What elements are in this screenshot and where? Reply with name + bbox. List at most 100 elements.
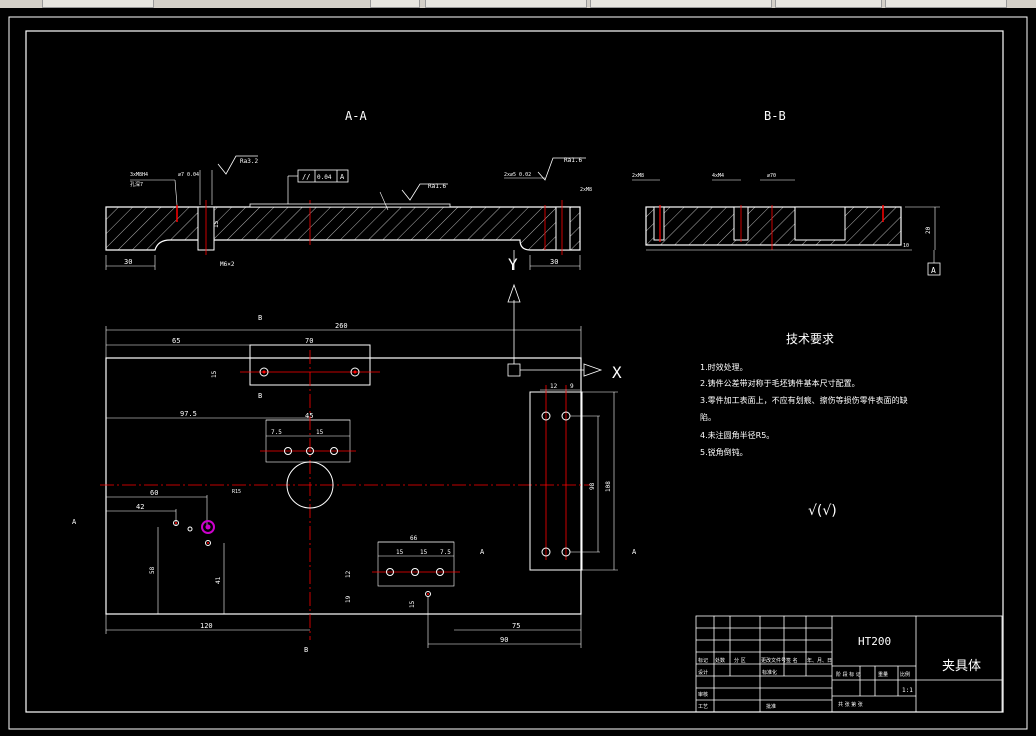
toolbar-button[interactable] <box>42 0 154 8</box>
hole-group-top <box>265 419 351 463</box>
svg-text://: // <box>302 173 310 181</box>
dim-75: 75 <box>512 622 520 630</box>
section-marker-a-mid: A <box>480 548 485 556</box>
dim-12-r: 12 <box>550 383 558 390</box>
section-a-hole-right <box>555 206 571 251</box>
drawing-canvas[interactable]: A-A B-B 30 30 M6×2 15 // 0.04 A Ra3.2 Ra… <box>0 8 1036 736</box>
dim-60: 60 <box>150 489 158 497</box>
tech-req-item: 4.未注圆角半径R5。 <box>700 430 774 440</box>
label-count: 处数 <box>715 657 725 664</box>
dim-a-thread: M6×2 <box>220 261 235 268</box>
view-title-a: A-A <box>345 109 367 123</box>
section-marker-a-right: A <box>632 548 637 556</box>
roughness-a-1: Ra3.2 <box>240 158 258 165</box>
dim-r15: R15 <box>232 489 241 495</box>
dim-19: 19 <box>345 595 352 603</box>
part-name: 夹具体 <box>942 659 981 674</box>
plan-view: 260 65 70 15 B B B A A A 97.5 45 7.5 15 <box>72 283 637 654</box>
dim-66: 66 <box>410 535 418 542</box>
tech-req-item: 1.时效处理。 <box>700 362 748 372</box>
dim-9-r: 9 <box>570 383 574 390</box>
label-process: 工艺 <box>698 704 708 710</box>
section-a-view: 30 30 M6×2 15 // 0.04 A Ra3.2 Ra1.6 Ra1.… <box>105 155 592 274</box>
inner-frame <box>25 30 1004 713</box>
cad-drawing[interactable]: A-A B-B 30 30 M6×2 15 // 0.04 A Ra3.2 Ra… <box>0 8 1036 736</box>
svg-text:⌀70: ⌀70 <box>767 173 776 179</box>
dim-90: 90 <box>500 636 508 644</box>
dim-12: 12 <box>345 570 352 578</box>
dim-70: 70 <box>305 337 313 345</box>
material-label: HT200 <box>858 635 891 648</box>
toolbar-button[interactable] <box>370 0 420 8</box>
tech-req-item: 5.锐角倒钝。 <box>700 447 748 457</box>
dim-15-c: 15 <box>420 549 428 556</box>
section-marker-b-bot: B <box>304 646 308 654</box>
flatness-value: 0.04 <box>317 174 332 181</box>
tech-req-title: 技术要求 <box>786 332 834 346</box>
section-marker-b-top: B <box>258 314 262 322</box>
svg-text:4xM4: 4xM4 <box>712 173 724 179</box>
svg-text:3xM8H4: 3xM8H4 <box>130 172 148 178</box>
roughness-a-2: Ra1.6 <box>428 183 446 190</box>
toolbar-button[interactable] <box>425 0 587 8</box>
label-design: 设计 <box>698 669 708 676</box>
datum-b-label: A <box>931 266 936 275</box>
label-change: 更改文件号 <box>761 657 786 664</box>
section-marker-b-mid: B <box>258 392 262 400</box>
tech-req-item: 陷。 <box>700 412 716 422</box>
dim-260: 260 <box>335 322 348 330</box>
dim-a-15: 15 <box>213 220 220 228</box>
svg-text:2xM8: 2xM8 <box>580 187 592 193</box>
section-b-body <box>645 206 902 246</box>
right-pad <box>529 391 583 571</box>
label-approve: 批准 <box>766 703 776 710</box>
dim-15-a: 15 <box>316 429 324 436</box>
toolbar-button[interactable] <box>775 0 882 8</box>
dim-15-b: 15 <box>396 549 404 556</box>
view-title-b: B-B <box>764 109 786 123</box>
title-block-text: HT200 夹具体 1:1 标记 处数 分 区 更改文件号 签 名 年、月、日 … <box>698 635 981 710</box>
dim-120: 120 <box>200 622 213 630</box>
svg-text:⌀7 0.04: ⌀7 0.04 <box>178 172 199 178</box>
axis-y-label: Y <box>508 255 518 274</box>
label-sheets: 共 张 第 张 <box>838 701 863 708</box>
dim-a-30-left: 30 <box>124 258 132 266</box>
label-weight: 重量 <box>878 671 888 678</box>
label-sign: 签 名 <box>786 657 798 664</box>
label-mark: 标记 <box>698 657 708 664</box>
dim-15-d: 15 <box>409 600 416 608</box>
roughness-symbol: √(√) <box>808 503 837 519</box>
dim-b-20: 20 <box>925 226 932 234</box>
section-b-view: 20 A 2xM8 4xM4 ⌀70 10 <box>632 173 941 276</box>
dim-a-30-right: 30 <box>550 258 558 266</box>
dim-b-10: 10 <box>903 243 909 249</box>
dim-108: 108 <box>605 481 612 492</box>
label-review: 审核 <box>698 691 708 698</box>
plan-outline <box>105 357 582 615</box>
label-standard: 标准化 <box>762 669 777 676</box>
toolbar-button[interactable] <box>885 0 1007 8</box>
dim-41: 41 <box>215 576 222 584</box>
tech-requirements: 技术要求 1.时效处理。 2.铸件公差带对称于毛坯铸件基本尺寸配置。 3.零件加… <box>700 332 908 519</box>
dim-98: 98 <box>589 482 596 490</box>
svg-text:2xM8: 2xM8 <box>632 173 644 179</box>
toolbar-button[interactable] <box>590 0 772 8</box>
scale-value: 1:1 <box>902 687 913 694</box>
ucs-origin-box <box>507 363 521 377</box>
tech-req-item: 3.零件加工表面上，不应有划痕、擦伤等损伤零件表面的缺 <box>700 395 908 405</box>
svg-text:孔深7: 孔深7 <box>130 181 143 188</box>
axis-x-label: X <box>612 363 622 382</box>
label-date: 年、月、日 <box>807 657 832 664</box>
dim-42: 42 <box>136 503 144 511</box>
dim-7-5-a: 7.5 <box>271 429 282 436</box>
label-stage: 阶 段 标 记 <box>836 671 861 678</box>
svg-text:2x⌀5 0.02: 2x⌀5 0.02 <box>504 172 531 178</box>
tech-req-item: 2.铸件公差带对称于毛坯铸件基本尺寸配置。 <box>700 378 860 388</box>
dim-15-top: 15 <box>211 370 218 378</box>
dim-97-5: 97.5 <box>180 410 197 418</box>
flatness-datum: A <box>340 173 345 181</box>
label-zone: 分 区 <box>734 657 746 664</box>
dim-7-5-b: 7.5 <box>440 549 451 556</box>
dim-45: 45 <box>305 412 313 420</box>
dim-58: 58 <box>149 566 156 574</box>
